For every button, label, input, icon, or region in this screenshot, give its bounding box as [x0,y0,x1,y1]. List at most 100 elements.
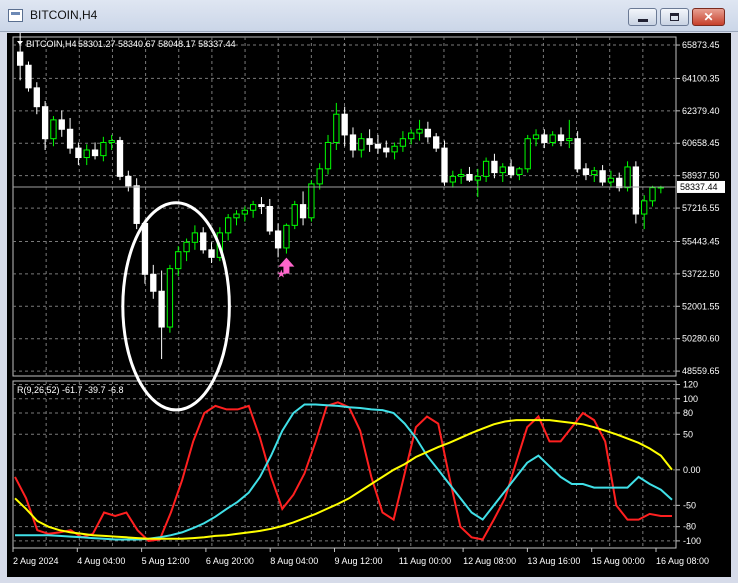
candle-body [191,232,199,243]
price-tick-label: 50280.60 [682,334,720,344]
dropdown-triangle-icon[interactable] [17,41,23,45]
candle-body [333,113,340,143]
candle-body [391,145,398,153]
candle-body [374,143,382,149]
price-tick-label: 65873.45 [682,40,720,50]
candle-body [266,206,273,232]
price-tick-label: 64100.35 [682,73,720,83]
candle-body [383,147,390,153]
candle-body [607,177,615,183]
time-tick-label: 9 Aug 12:00 [335,556,383,566]
price-tick-label: 58937.50 [682,171,720,181]
candle-body [316,168,323,185]
candle-body [41,106,49,140]
candle-body [249,204,257,211]
indicator-axis-labels: 120 100 80 50 0.00 -50 -80 -100 [676,380,701,546]
time-tick-label: 4 Aug 04:00 [77,556,125,566]
window-title: BITCOIN,H4 [30,8,98,22]
indicator-tick-label: -50 [683,500,696,510]
candle-body [166,268,174,328]
time-tick-label: 11 Aug 00:00 [399,556,451,566]
candle-body [75,147,82,159]
indicator-header: R(9,26,52) -61.7 -39.7 -6.8 [17,385,124,395]
candle-body [358,138,365,151]
candle-body [399,138,407,147]
price-tick-label: 60658.45 [682,138,720,148]
price-grid [13,37,676,376]
candle-body [108,140,115,143]
candle-body [449,175,456,183]
candle-body [416,128,423,134]
candle-body [616,177,623,189]
candle-body [241,209,248,215]
star-icon: ★ [276,269,286,281]
maximize-button[interactable] [660,8,689,26]
candle-body [283,224,290,249]
time-axis-labels: 2 Aug 2024 4 Aug 04:00 5 Aug 12:00 6 Aug 20… [12,548,709,566]
chart-canvas[interactable]: 65873.45 64100.35 62379.40 60658.45 58937.50… [7,31,731,577]
candle-body [591,170,598,175]
candle-body [175,251,182,270]
candle-body [50,119,57,140]
indicator-tick-label: 0.00 [683,465,701,475]
candle-body [299,204,307,219]
candle-body [457,173,465,177]
time-tick-label: 6 Aug 20:00 [206,556,254,566]
minimize-button[interactable] [628,8,657,26]
candle-body [233,213,240,219]
indicator-tick-label: 120 [683,380,698,390]
time-tick-label: 8 Aug 04:00 [270,556,318,566]
candle-body [574,138,581,170]
indicator-lines [14,401,673,542]
candle-body [308,183,315,219]
candle-body [58,119,65,130]
maximize-icon [670,13,679,21]
price-tick-label: 57216.55 [682,203,720,213]
candle-body [116,140,124,177]
candle-body [91,149,99,157]
candle-body [25,64,32,89]
candle-body [566,138,573,142]
candle-body [349,134,357,151]
candle-body [507,166,515,175]
time-tick-label: 13 Aug 16:00 [527,556,580,566]
chart-window-icon [8,9,23,22]
candle-body [632,166,640,215]
candle-body [599,170,606,183]
symbol-label: BITCOIN,H4 [26,39,77,49]
price-tick-label: 55443.45 [682,236,720,246]
indicator-tick-label: 100 [683,394,698,404]
close-icon: ✕ [703,10,714,24]
candle-body [641,200,648,215]
candle-body [433,136,440,149]
candle-body [100,141,107,157]
candle-body [225,217,232,234]
close-button[interactable]: ✕ [692,8,725,26]
time-tick-label: 16 Aug 08:00 [656,556,709,566]
candle-body [258,204,265,208]
candle-body [66,128,74,149]
time-tick-label: 12 Aug 08:00 [463,556,516,566]
candle-body [366,138,373,145]
price-tick-label: 62379.40 [682,106,720,116]
price-header: BITCOIN,H4 58301.27 58340.67 58048.17 58… [17,39,236,49]
indicator-series-line [14,419,673,540]
price-tick-label: 52001.55 [682,301,720,311]
chart-svg: 65873.45 64100.35 62379.40 60658.45 58937.50… [12,31,725,566]
candle-body [474,175,481,181]
time-tick-label: 15 Aug 00:00 [592,556,645,566]
minimize-icon [638,19,648,22]
candle-group [17,31,665,360]
candle-body [324,141,332,170]
candle-body [33,87,40,108]
candle-body [83,149,90,159]
candle-body [141,222,149,275]
candle-body [291,204,298,226]
candle-body [424,128,432,138]
price-axis-labels: 65873.45 64100.35 62379.40 60658.45 58937.50… [676,40,720,376]
price-tick-label: 53722.50 [682,269,720,279]
candle-body [274,230,282,249]
candle-body [17,51,24,66]
candle-body [524,138,531,170]
indicator-tick-label: -100 [683,536,701,546]
